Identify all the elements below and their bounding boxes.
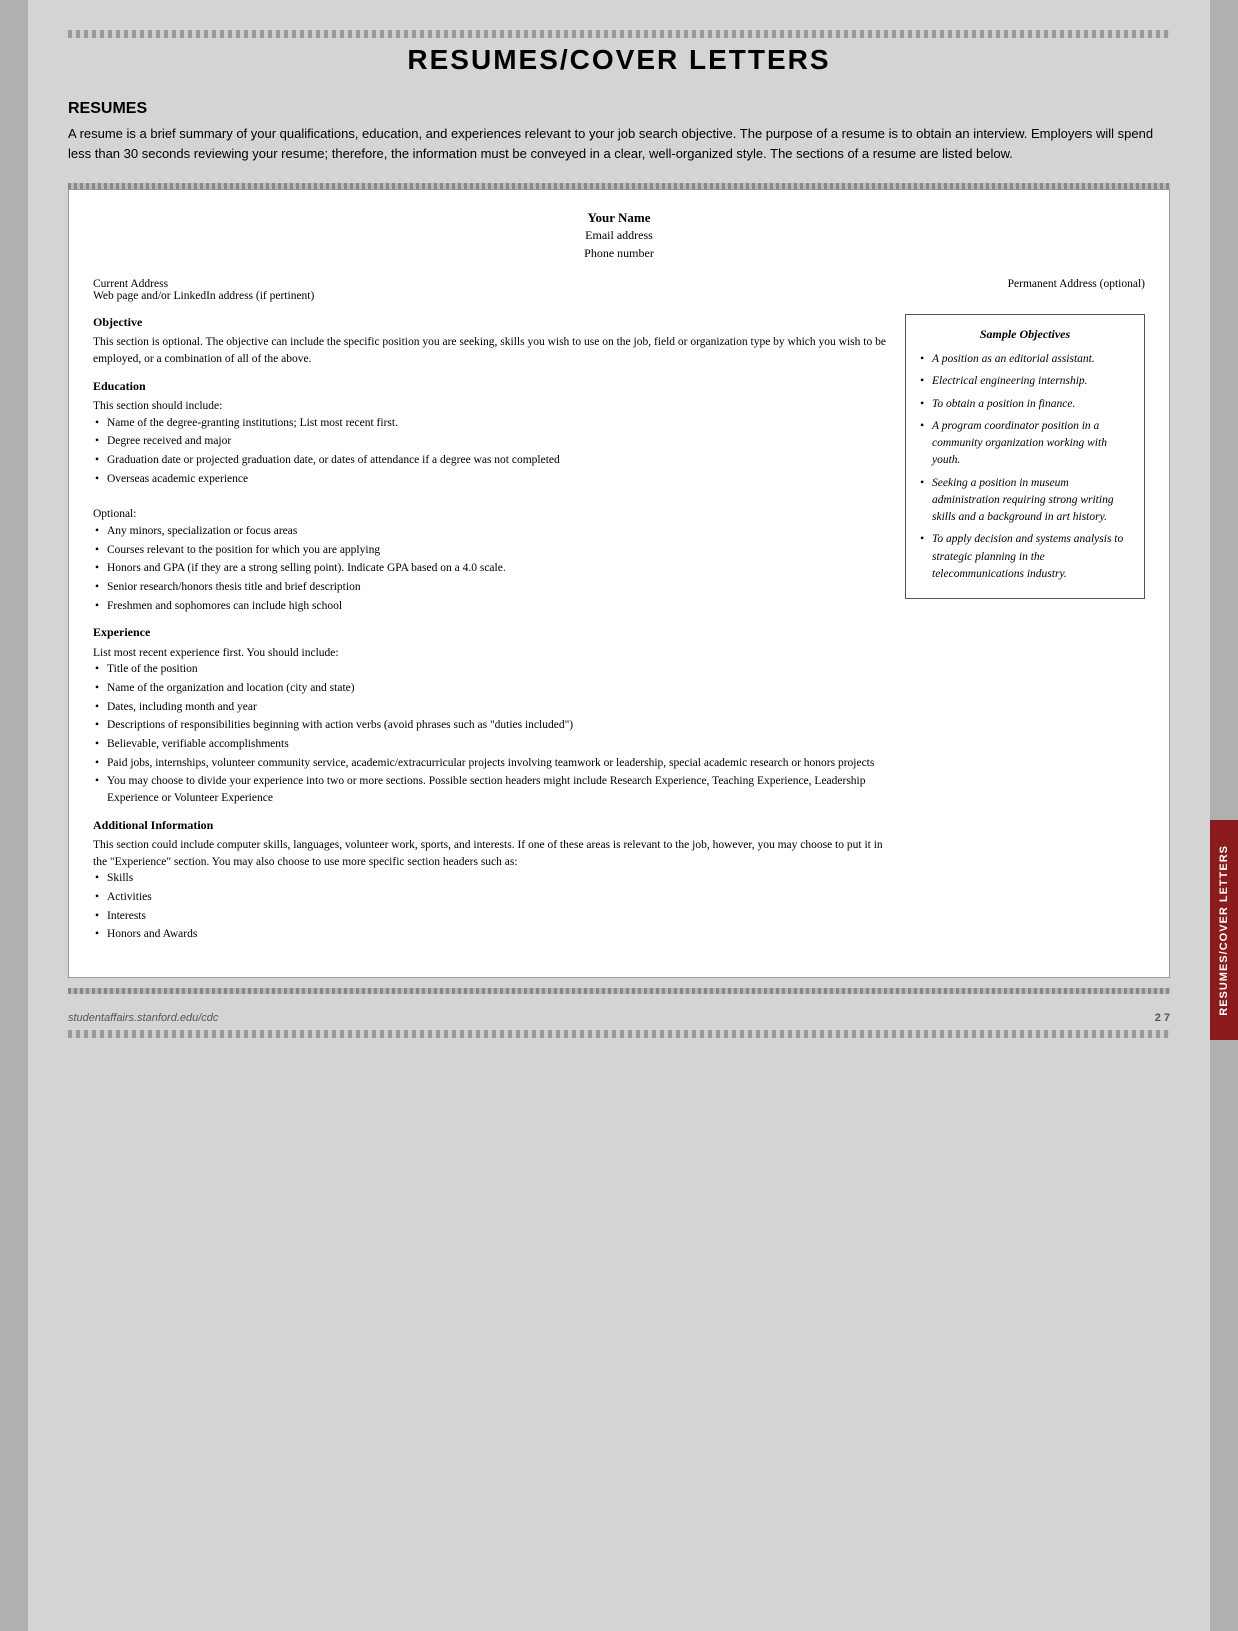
exp-bullet-4: Descriptions of responsibilities beginni… (93, 717, 889, 734)
resume-box: Your Name Email address Phone number Cur… (68, 189, 1170, 978)
edu-bullet-1: Name of the degree-granting institutions… (93, 415, 889, 432)
objective-text: This section is optional. The objective … (93, 334, 889, 367)
resume-box-bottom-strip (68, 988, 1170, 994)
resume-left-column: Objective This section is optional. The … (93, 314, 889, 953)
edu-opt-bullet-1: Any minors, specialization or focus area… (93, 523, 889, 540)
additional-text: This section could include computer skil… (93, 837, 889, 870)
resume-body: Objective This section is optional. The … (93, 314, 1145, 953)
objective-item-3: To obtain a position in finance. (918, 396, 1132, 413)
additional-bullets: Skills Activities Interests Honors and A… (93, 870, 889, 943)
right-tab-text: RESUMES/COVER LETTERS (1218, 845, 1230, 1016)
edu-opt-bullet-4: Senior research/honors thesis title and … (93, 579, 889, 596)
left-border (0, 0, 28, 1631)
experience-bullets: Title of the position Name of the organi… (93, 661, 889, 806)
experience-section: Experience List most recent experience f… (93, 624, 889, 806)
footer-url: studentaffairs.stanford.edu/cdc (68, 1012, 218, 1024)
exp-bullet-7: You may choose to divide your experience… (93, 773, 889, 806)
resume-right-column: Sample Objectives A position as an edito… (905, 314, 1145, 953)
permanent-address: Permanent Address (optional) (1008, 278, 1145, 302)
exp-bullet-6: Paid jobs, internships, volunteer commun… (93, 755, 889, 772)
edu-bullet-3: Graduation date or projected graduation … (93, 452, 889, 469)
education-title: Education (93, 378, 889, 395)
education-section: Education This section should include: N… (93, 378, 889, 614)
footer-page: 2 7 (1155, 1012, 1170, 1024)
education-optional-bullets: Any minors, specialization or focus area… (93, 523, 889, 614)
education-text: This section should include: (93, 398, 889, 415)
objective-item-2: Electrical engineering internship. (918, 373, 1132, 390)
education-bullets: Name of the degree-granting institutions… (93, 415, 889, 488)
resume-addresses: Current Address Web page and/or LinkedIn… (93, 278, 1145, 302)
add-bullet-3: Interests (93, 908, 889, 925)
resume-email: Email address (93, 226, 1145, 244)
exp-bullet-5: Believable, verifiable accomplishments (93, 736, 889, 753)
intro-text: A resume is a brief summary of your qual… (68, 124, 1170, 163)
sample-objectives-title: Sample Objectives (918, 325, 1132, 343)
right-border: RESUMES/COVER LETTERS (1210, 0, 1238, 1631)
edu-opt-bullet-3: Honors and GPA (if they are a strong sel… (93, 560, 889, 577)
bottom-border-strip (68, 1030, 1170, 1038)
objective-title: Objective (93, 314, 889, 331)
exp-bullet-1: Title of the position (93, 661, 889, 678)
objective-item-1: A position as an editorial assistant. (918, 351, 1132, 368)
resume-name: Your Name (93, 210, 1145, 226)
add-bullet-1: Skills (93, 870, 889, 887)
add-bullet-4: Honors and Awards (93, 926, 889, 943)
footer-bar: studentaffairs.stanford.edu/cdc 2 7 (68, 1004, 1170, 1024)
add-bullet-2: Activities (93, 889, 889, 906)
experience-intro: List most recent experience first. You s… (93, 645, 889, 662)
edu-bullet-2: Degree received and major (93, 433, 889, 450)
exp-bullet-3: Dates, including month and year (93, 699, 889, 716)
top-border-strip (68, 30, 1170, 38)
education-optional-label: Optional: (93, 506, 889, 523)
resume-header: Your Name Email address Phone number (93, 210, 1145, 262)
resumes-heading: RESUMES (68, 100, 1170, 118)
main-content: RESUMES/COVER LETTERS RESUMES A resume i… (28, 0, 1210, 1631)
page-title: RESUMES/COVER LETTERS (68, 44, 1170, 76)
edu-bullet-4: Overseas academic experience (93, 471, 889, 488)
additional-section: Additional Information This section coul… (93, 817, 889, 943)
current-address: Current Address Web page and/or LinkedIn… (93, 278, 314, 302)
resume-phone: Phone number (93, 244, 1145, 262)
sample-objectives-list: A position as an editorial assistant. El… (918, 351, 1132, 583)
objective-item-4: A program coordinator position in a comm… (918, 418, 1132, 470)
edu-opt-bullet-5: Freshmen and sophomores can include high… (93, 598, 889, 615)
experience-title: Experience (93, 624, 889, 641)
objective-item-5: Seeking a position in museum administrat… (918, 475, 1132, 527)
objective-item-6: To apply decision and systems analysis t… (918, 531, 1132, 583)
right-tab: RESUMES/COVER LETTERS (1210, 820, 1238, 1040)
additional-title: Additional Information (93, 817, 889, 834)
objective-section: Objective This section is optional. The … (93, 314, 889, 368)
exp-bullet-2: Name of the organization and location (c… (93, 680, 889, 697)
sample-objectives-box: Sample Objectives A position as an edito… (905, 314, 1145, 599)
edu-opt-bullet-2: Courses relevant to the position for whi… (93, 542, 889, 559)
